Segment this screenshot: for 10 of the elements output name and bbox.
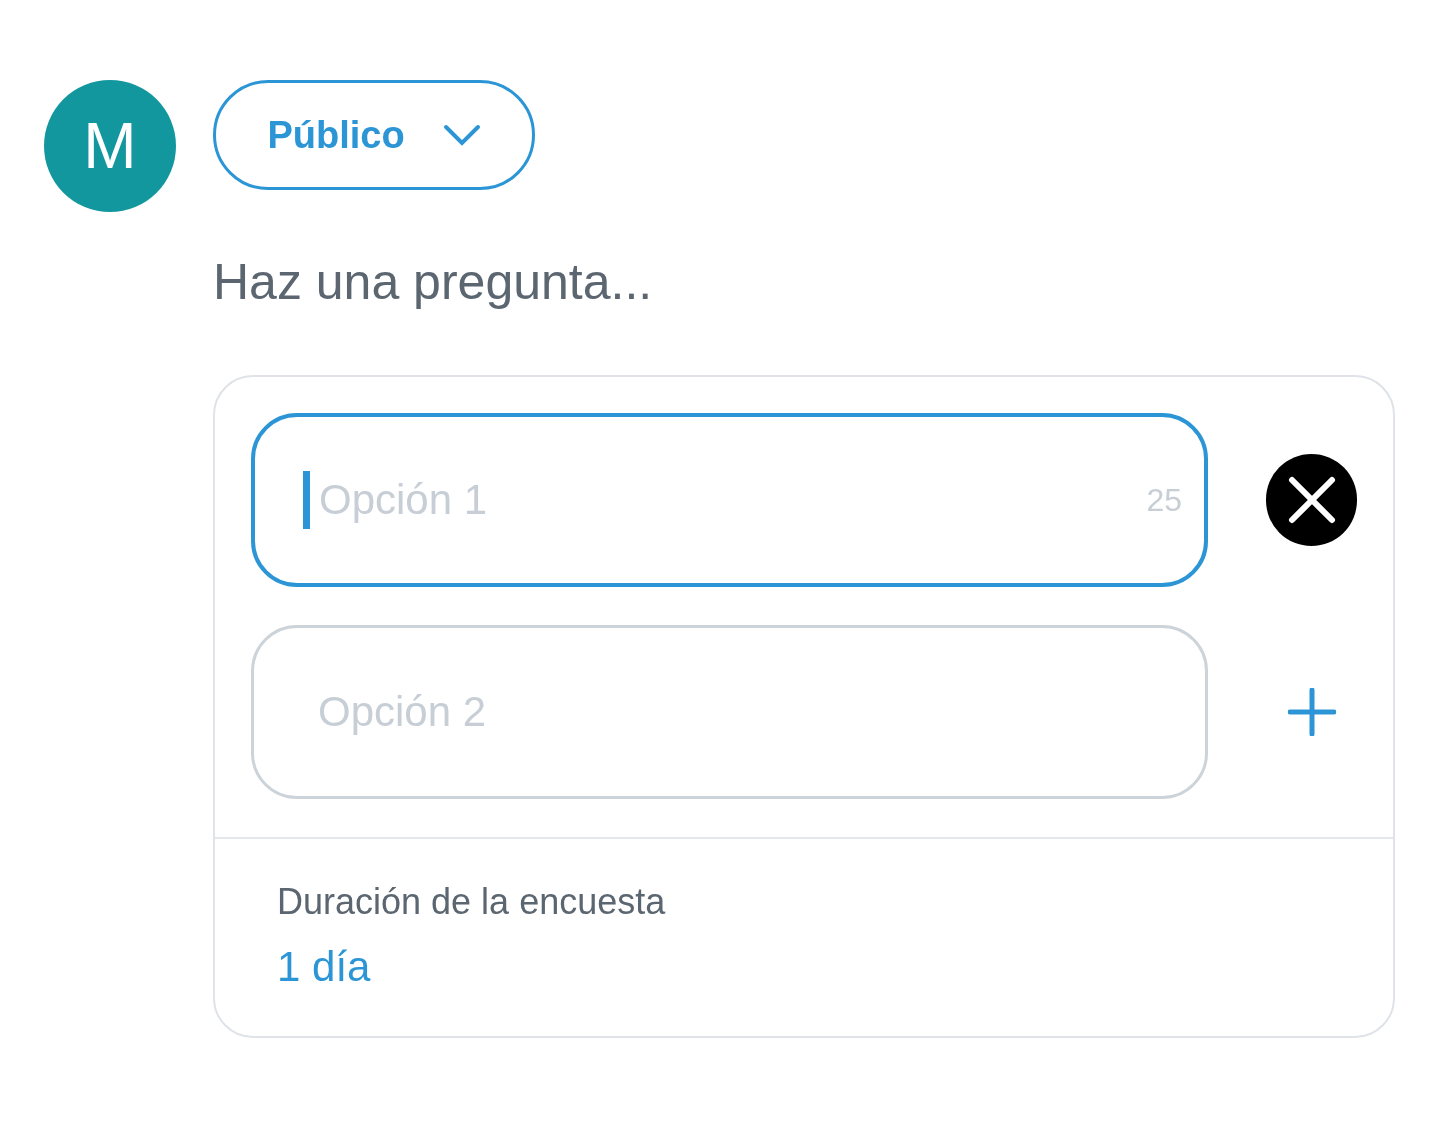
- audience-dropdown[interactable]: Público: [213, 80, 535, 190]
- chevron-down-icon: [442, 124, 481, 146]
- duration-label: Duración de la encuesta: [277, 880, 667, 924]
- avatar: M: [44, 80, 176, 212]
- option-field[interactable]: Opción 2: [251, 625, 1209, 799]
- plus-icon: [1287, 688, 1336, 736]
- character-counter: 25: [1146, 481, 1183, 519]
- duration-value[interactable]: 1 día: [277, 935, 1331, 998]
- text-cursor: [303, 471, 310, 529]
- question-field[interactable]: Haz una pregunta...: [213, 245, 1013, 320]
